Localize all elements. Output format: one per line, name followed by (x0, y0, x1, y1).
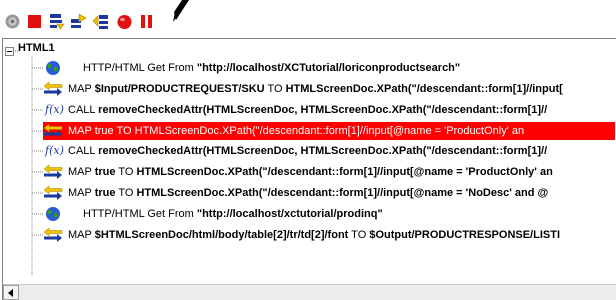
map-arrows-icon (43, 227, 63, 243)
tree-node-map[interactable]: MAP true TO HTMLScreenDoc.XPath("/descen… (43, 163, 615, 181)
tree-node-label: CALL removeCheckedAttr(HTMLScreenDoc, HT… (68, 142, 547, 160)
label-segment: TO (348, 229, 370, 241)
step-into-icon[interactable] (48, 13, 65, 30)
label-segment: CALL (68, 145, 99, 157)
globe-icon (43, 60, 63, 76)
map-arrows-icon (43, 81, 63, 97)
tree-root-label[interactable]: HTML1 (18, 42, 55, 54)
collapse-toggle[interactable] (5, 47, 14, 56)
tree-node-http[interactable]: HTTP/HTML Get From "http://localhost/XCT… (43, 59, 615, 77)
label-segment: TO (115, 166, 137, 178)
label-segment: CALL (68, 104, 99, 116)
script-tree[interactable]: HTML1 HTTP/HTML Get From "http://localho… (2, 38, 616, 300)
tree-node-label: MAP $HTMLScreenDoc/html/body/table[2]/tr… (68, 226, 560, 244)
label-segment: true (94, 187, 116, 199)
tree-node-label: HTTP/HTML Get From "http://localhost/XCT… (83, 59, 460, 77)
label-segment: MAP (68, 166, 95, 178)
step-out-icon[interactable] (92, 13, 109, 30)
tree-node-call[interactable]: f(x) CALL removeCheckedAttr(HTMLScreenDoc… (43, 101, 615, 119)
breakpoint-icon[interactable] (116, 13, 133, 30)
stop-square-icon[interactable] (26, 13, 43, 30)
tree-node-label: MAP true TO HTMLScreenDoc.XPath("/descen… (68, 122, 524, 140)
tree-node-map[interactable]: MAP $Input/PRODUCTREQUEST/SKU TO HTMLScr… (43, 80, 615, 98)
globe-icon (43, 206, 63, 222)
tree-node-map[interactable]: MAP $HTMLScreenDoc/html/body/table[2]/tr… (43, 226, 615, 244)
horizontal-scrollbar[interactable] (3, 284, 616, 300)
scrollbar-track[interactable] (20, 285, 616, 300)
label-segment: HTMLScreenDoc.XPath("/descendant::form[1… (136, 166, 553, 178)
label-segment: true (94, 166, 116, 178)
label-segment: MAP (68, 229, 95, 241)
tree-node-map[interactable]: MAP true TO HTMLScreenDoc.XPath("/descen… (43, 122, 615, 140)
label-segment: $HTMLScreenDoc/html/body/table[2]/tr/td[… (94, 229, 349, 241)
tree-node-label: HTTP/HTML Get From "http://localhost/xct… (83, 205, 383, 223)
tree-node-http[interactable]: HTTP/HTML Get From "http://localhost/xct… (43, 205, 615, 223)
map-arrows-icon (43, 164, 63, 180)
label-segment: MAP (68, 83, 95, 95)
gear-icon[interactable] (4, 13, 21, 30)
map-arrows-icon (43, 185, 63, 201)
label-segment: HTMLScreenDoc.XPath("/descendant::form[1… (136, 187, 549, 199)
label-segment: TO (115, 187, 137, 199)
label-segment: HTTP/HTML Get From (83, 62, 197, 74)
label-segment: removeCheckedAttr(HTMLScreenDoc, HTMLScr… (98, 145, 548, 157)
label-segment: "http://localhost/xctutorial/prodinq" (196, 208, 383, 220)
map-arrows-icon (43, 123, 63, 139)
tree-node-call[interactable]: f(x) CALL removeCheckedAttr(HTMLScreenDoc… (43, 142, 615, 160)
function-icon: f(x) (45, 144, 64, 157)
label-segment: HTMLScreenDoc.XPath("/descendant::form[1… (285, 83, 563, 95)
label-segment: TO (264, 83, 286, 95)
tree-node-label: MAP $Input/PRODUCTREQUEST/SKU TO HTMLScr… (68, 80, 563, 98)
tree-node-label: CALL removeCheckedAttr(HTMLScreenDoc, HT… (68, 101, 547, 119)
label-segment: $Input/PRODUCTREQUEST/SKU (94, 83, 265, 95)
label-segment: MAP true TO HTMLScreenDoc.XPath("/descen… (68, 125, 525, 137)
tree-node-label: MAP true TO HTMLScreenDoc.XPath("/descen… (68, 163, 553, 181)
label-segment: HTTP/HTML Get From (83, 208, 197, 220)
step-over-icon[interactable] (70, 13, 87, 30)
function-icon: f(x) (45, 103, 64, 116)
label-segment: $Output/PRODUCTRESPONSE/LISTI (369, 229, 561, 241)
tree-node-map[interactable]: MAP true TO HTMLScreenDoc.XPath("/descen… (43, 184, 615, 202)
label-segment: removeCheckedAttr(HTMLScreenDoc, HTMLScr… (98, 104, 548, 116)
tree-node-label: MAP true TO HTMLScreenDoc.XPath("/descen… (68, 184, 548, 202)
scroll-left-arrow-icon[interactable] (3, 285, 19, 300)
pause-icon[interactable] (138, 13, 155, 30)
toolbar (0, 0, 616, 36)
label-segment: "http://localhost/XCTutorial/loriconprod… (196, 62, 461, 74)
mouse-pointer-icon (170, 0, 190, 25)
label-segment: MAP (68, 187, 95, 199)
